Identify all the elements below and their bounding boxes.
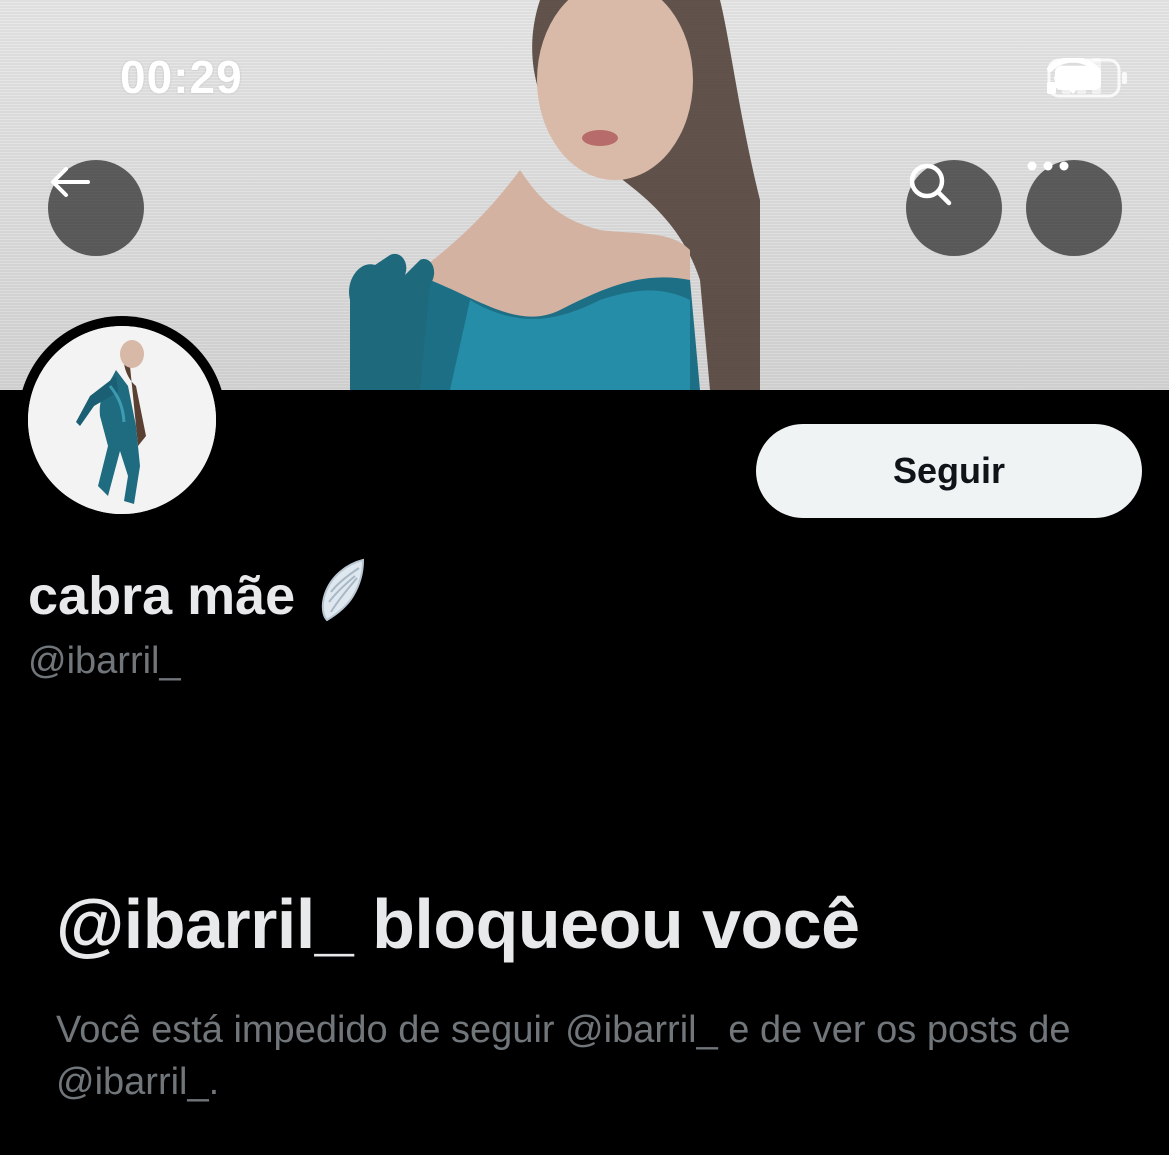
profile-handle: @ibarril_ [28, 640, 181, 682]
more-options-button[interactable] [1026, 160, 1122, 256]
follow-button[interactable]: Seguir [756, 424, 1142, 518]
blocked-description: Você está impedido de seguir @ibarril_ e… [56, 1009, 1071, 1103]
status-time: 00:29 [120, 51, 243, 103]
display-name-text: cabra mãe [28, 565, 296, 626]
search-button[interactable] [906, 160, 1002, 256]
back-button[interactable] [48, 160, 144, 256]
display-name: cabra mãe [28, 556, 369, 635]
avatar-image [28, 326, 216, 514]
blocked-title: @ibarril_ bloqueou você [56, 885, 860, 963]
profile-avatar[interactable] [18, 316, 226, 524]
wing-emoji-icon [317, 556, 369, 635]
